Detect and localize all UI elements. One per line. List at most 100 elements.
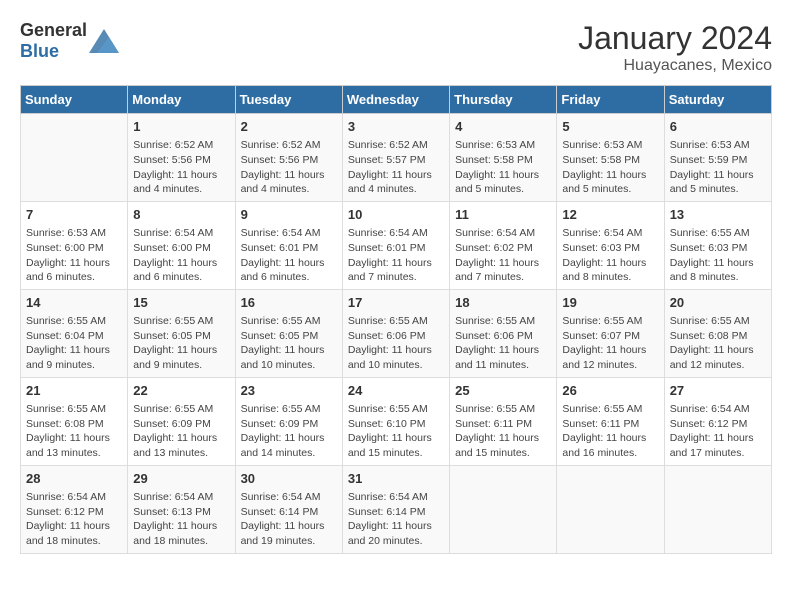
header-wednesday: Wednesday [342, 86, 449, 114]
calendar-cell: 16 Sunrise: 6:55 AM Sunset: 6:05 PM Dayli… [235, 289, 342, 377]
day-number: 2 [241, 118, 337, 136]
day-number: 9 [241, 206, 337, 224]
day-number: 19 [562, 294, 658, 312]
day-info: Sunrise: 6:54 AM Sunset: 6:12 PM Dayligh… [26, 490, 122, 549]
calendar-header: Sunday Monday Tuesday Wednesday Thursday… [21, 86, 772, 114]
calendar-cell: 23 Sunrise: 6:55 AM Sunset: 6:09 PM Dayli… [235, 377, 342, 465]
day-number: 20 [670, 294, 766, 312]
calendar-cell: 26Sunrise: 6:55 AM Sunset: 6:11 PM Dayli… [557, 377, 664, 465]
calendar-cell: 12Sunrise: 6:54 AM Sunset: 6:03 PM Dayli… [557, 201, 664, 289]
day-info: Sunrise: 6:54 AM Sunset: 6:12 PM Dayligh… [670, 402, 766, 461]
day-info: Sunrise: 6:54 AM Sunset: 6:14 PM Dayligh… [348, 490, 444, 549]
day-info: Sunrise: 6:54 AM Sunset: 6:02 PM Dayligh… [455, 226, 551, 285]
day-info: Sunrise: 6:55 AM Sunset: 6:07 PM Dayligh… [562, 314, 658, 373]
day-info: Sunrise: 6:54 AM Sunset: 6:03 PM Dayligh… [562, 226, 658, 285]
day-info: Sunrise: 6:55 AM Sunset: 6:06 PM Dayligh… [455, 314, 551, 373]
day-info: Sunrise: 6:53 AM Sunset: 5:58 PM Dayligh… [562, 138, 658, 197]
calendar-cell [557, 465, 664, 553]
calendar-week-4: 21Sunrise: 6:55 AM Sunset: 6:08 PM Dayli… [21, 377, 772, 465]
calendar-cell: 14Sunrise: 6:55 AM Sunset: 6:04 PM Dayli… [21, 289, 128, 377]
calendar-cell: 31 Sunrise: 6:54 AM Sunset: 6:14 PM Dayli… [342, 465, 449, 553]
calendar-cell: 7 Sunrise: 6:53 AM Sunset: 6:00 PM Daylig… [21, 201, 128, 289]
header-tuesday: Tuesday [235, 86, 342, 114]
calendar-cell: 24Sunrise: 6:55 AM Sunset: 6:10 PM Dayli… [342, 377, 449, 465]
calendar-cell: 15 Sunrise: 6:55 AM Sunset: 6:05 PM Dayli… [128, 289, 235, 377]
calendar-cell: 28Sunrise: 6:54 AM Sunset: 6:12 PM Dayli… [21, 465, 128, 553]
day-info: Sunrise: 6:55 AM Sunset: 6:05 PM Dayligh… [241, 314, 337, 373]
day-number: 26 [562, 382, 658, 400]
day-info: Sunrise: 6:55 AM Sunset: 6:03 PM Dayligh… [670, 226, 766, 285]
day-number: 3 [348, 118, 444, 136]
calendar-body: 1Sunrise: 6:52 AM Sunset: 5:56 PM Daylig… [21, 114, 772, 554]
day-info: Sunrise: 6:54 AM Sunset: 6:00 PM Dayligh… [133, 226, 229, 285]
day-info: Sunrise: 6:53 AM Sunset: 6:00 PM Dayligh… [26, 226, 122, 285]
calendar-cell: 8 Sunrise: 6:54 AM Sunset: 6:00 PM Daylig… [128, 201, 235, 289]
calendar-cell: 2 Sunrise: 6:52 AM Sunset: 5:56 PM Daylig… [235, 114, 342, 202]
calendar-week-5: 28Sunrise: 6:54 AM Sunset: 6:12 PM Dayli… [21, 465, 772, 553]
day-info: Sunrise: 6:52 AM Sunset: 5:57 PM Dayligh… [348, 138, 444, 197]
logo-blue: Blue [20, 41, 59, 61]
header-row: Sunday Monday Tuesday Wednesday Thursday… [21, 86, 772, 114]
calendar-cell [21, 114, 128, 202]
day-info: Sunrise: 6:54 AM Sunset: 6:01 PM Dayligh… [348, 226, 444, 285]
day-number: 7 [26, 206, 122, 224]
calendar-cell: 5 Sunrise: 6:53 AM Sunset: 5:58 PM Daylig… [557, 114, 664, 202]
calendar-cell [664, 465, 771, 553]
calendar-week-2: 7 Sunrise: 6:53 AM Sunset: 6:00 PM Daylig… [21, 201, 772, 289]
day-number: 31 [348, 470, 444, 488]
logo-general: General [20, 20, 87, 40]
calendar-title: January 2024 [578, 20, 772, 57]
day-info: Sunrise: 6:55 AM Sunset: 6:08 PM Dayligh… [670, 314, 766, 373]
day-info: Sunrise: 6:55 AM Sunset: 6:06 PM Dayligh… [348, 314, 444, 373]
day-info: Sunrise: 6:54 AM Sunset: 6:14 PM Dayligh… [241, 490, 337, 549]
day-number: 16 [241, 294, 337, 312]
calendar-cell: 13 Sunrise: 6:55 AM Sunset: 6:03 PM Dayli… [664, 201, 771, 289]
logo-text: General Blue [20, 20, 87, 62]
page-header: General Blue January 2024 Huayacanes, Me… [20, 20, 772, 75]
day-number: 10 [348, 206, 444, 224]
day-number: 15 [133, 294, 229, 312]
calendar-cell: 1Sunrise: 6:52 AM Sunset: 5:56 PM Daylig… [128, 114, 235, 202]
day-info: Sunrise: 6:54 AM Sunset: 6:13 PM Dayligh… [133, 490, 229, 549]
day-info: Sunrise: 6:53 AM Sunset: 5:59 PM Dayligh… [670, 138, 766, 197]
title-block: January 2024 Huayacanes, Mexico [578, 20, 772, 75]
day-number: 25 [455, 382, 551, 400]
day-info: Sunrise: 6:55 AM Sunset: 6:05 PM Dayligh… [133, 314, 229, 373]
calendar-cell: 29 Sunrise: 6:54 AM Sunset: 6:13 PM Dayli… [128, 465, 235, 553]
day-number: 13 [670, 206, 766, 224]
calendar-cell: 21Sunrise: 6:55 AM Sunset: 6:08 PM Dayli… [21, 377, 128, 465]
calendar-cell: 4Sunrise: 6:53 AM Sunset: 5:58 PM Daylig… [450, 114, 557, 202]
logo-icon [89, 29, 119, 53]
logo: General Blue [20, 20, 119, 62]
day-number: 23 [241, 382, 337, 400]
day-info: Sunrise: 6:55 AM Sunset: 6:04 PM Dayligh… [26, 314, 122, 373]
calendar-cell: 25Sunrise: 6:55 AM Sunset: 6:11 PM Dayli… [450, 377, 557, 465]
calendar-cell: 22 Sunrise: 6:55 AM Sunset: 6:09 PM Dayli… [128, 377, 235, 465]
header-thursday: Thursday [450, 86, 557, 114]
calendar-week-1: 1Sunrise: 6:52 AM Sunset: 5:56 PM Daylig… [21, 114, 772, 202]
day-info: Sunrise: 6:55 AM Sunset: 6:09 PM Dayligh… [241, 402, 337, 461]
calendar-cell: 9 Sunrise: 6:54 AM Sunset: 6:01 PM Daylig… [235, 201, 342, 289]
day-number: 22 [133, 382, 229, 400]
calendar-table: Sunday Monday Tuesday Wednesday Thursday… [20, 85, 772, 554]
day-info: Sunrise: 6:55 AM Sunset: 6:09 PM Dayligh… [133, 402, 229, 461]
day-number: 8 [133, 206, 229, 224]
calendar-cell: 18Sunrise: 6:55 AM Sunset: 6:06 PM Dayli… [450, 289, 557, 377]
day-number: 27 [670, 382, 766, 400]
calendar-cell: 3 Sunrise: 6:52 AM Sunset: 5:57 PM Daylig… [342, 114, 449, 202]
calendar-cell: 20 Sunrise: 6:55 AM Sunset: 6:08 PM Dayli… [664, 289, 771, 377]
day-number: 30 [241, 470, 337, 488]
day-info: Sunrise: 6:52 AM Sunset: 5:56 PM Dayligh… [241, 138, 337, 197]
calendar-cell: 6Sunrise: 6:53 AM Sunset: 5:59 PM Daylig… [664, 114, 771, 202]
calendar-week-3: 14Sunrise: 6:55 AM Sunset: 6:04 PM Dayli… [21, 289, 772, 377]
day-number: 5 [562, 118, 658, 136]
day-number: 29 [133, 470, 229, 488]
header-friday: Friday [557, 86, 664, 114]
calendar-cell: 10 Sunrise: 6:54 AM Sunset: 6:01 PM Dayli… [342, 201, 449, 289]
day-number: 24 [348, 382, 444, 400]
calendar-subtitle: Huayacanes, Mexico [578, 57, 772, 75]
header-monday: Monday [128, 86, 235, 114]
day-info: Sunrise: 6:54 AM Sunset: 6:01 PM Dayligh… [241, 226, 337, 285]
calendar-cell [450, 465, 557, 553]
day-number: 11 [455, 206, 551, 224]
